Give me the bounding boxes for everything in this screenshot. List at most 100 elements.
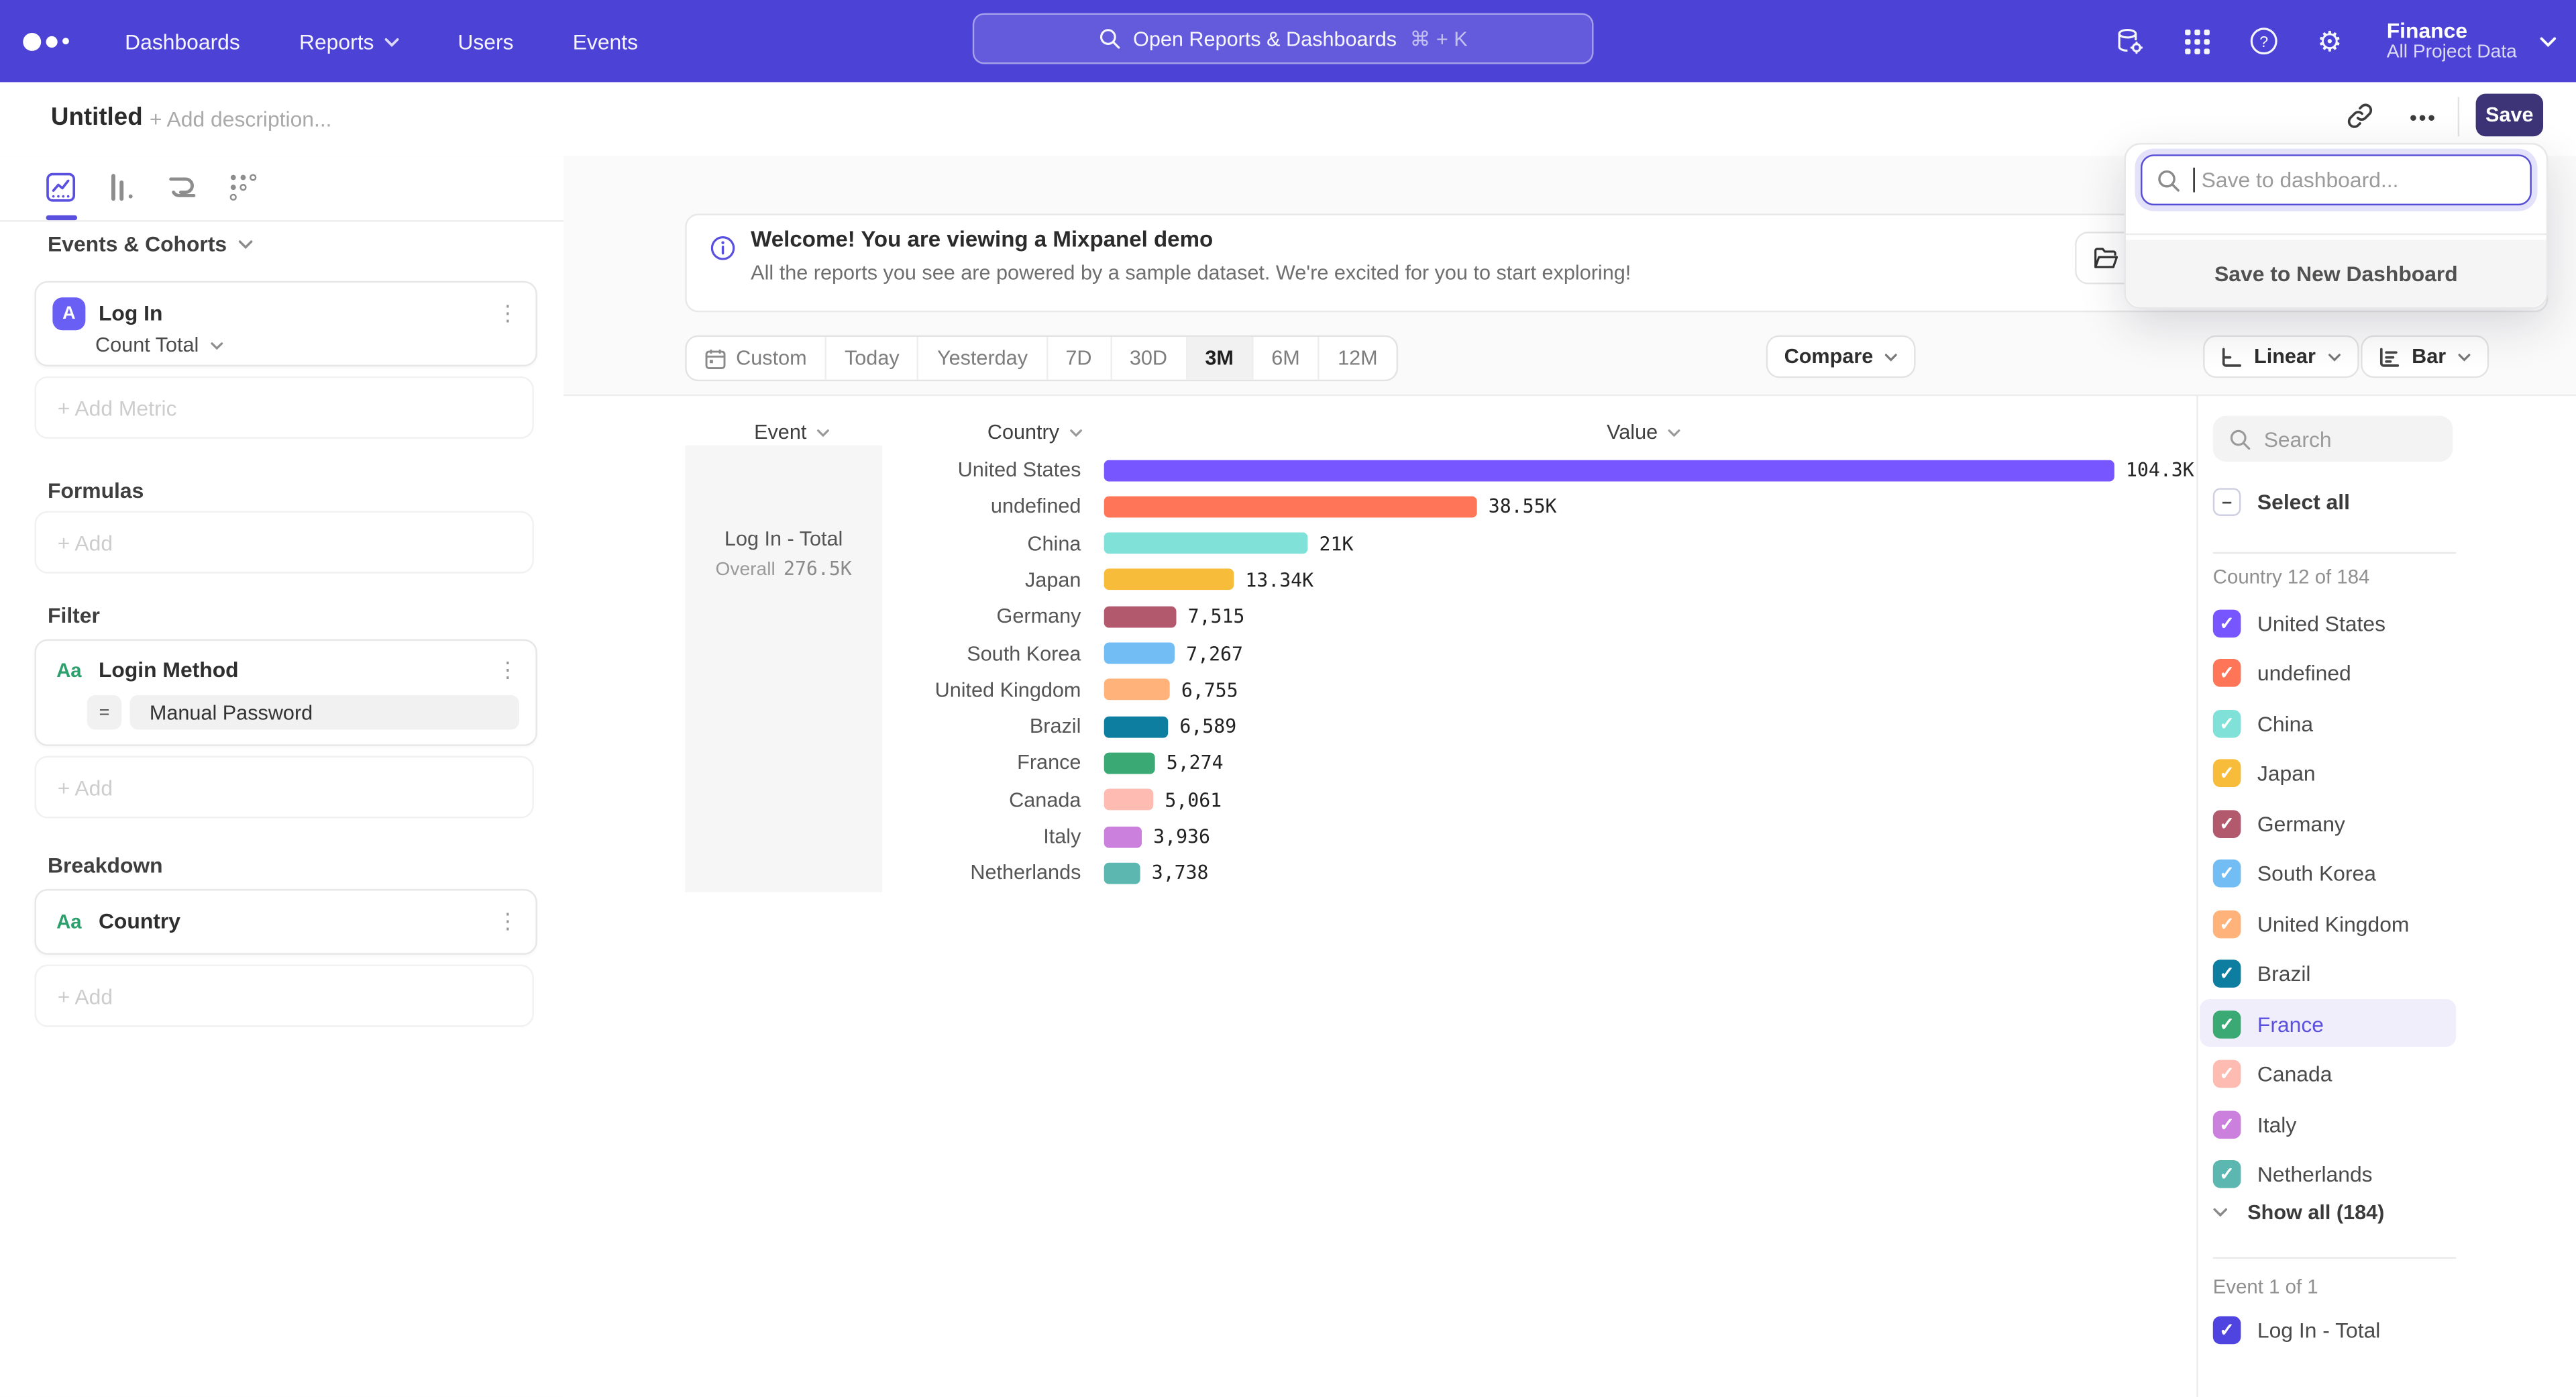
country-checkbox-row-china[interactable]: ✓China bbox=[2213, 698, 2468, 749]
add-description-placeholder[interactable]: + Add description... bbox=[150, 107, 332, 132]
metric-event-name[interactable]: Log In bbox=[99, 301, 163, 325]
select-all-row[interactable]: – Select all bbox=[2213, 488, 2350, 516]
bar-segment[interactable] bbox=[1104, 862, 1140, 884]
nav-item-events[interactable]: Events bbox=[573, 29, 638, 54]
mixpanel-logo-icon[interactable] bbox=[23, 32, 78, 50]
tab-retention[interactable] bbox=[166, 171, 199, 204]
metric-kebab-icon[interactable]: ⋮ bbox=[494, 299, 521, 329]
country-checkbox[interactable]: ✓ bbox=[2213, 810, 2241, 838]
events-cohorts-header[interactable]: Events & Cohorts bbox=[48, 231, 253, 256]
date-range-6m[interactable]: 6M bbox=[1253, 337, 1320, 380]
column-header-value[interactable]: Value bbox=[1607, 421, 1680, 444]
save-button[interactable]: Save bbox=[2476, 94, 2543, 137]
bar-value-label: 38.55K bbox=[1489, 488, 1557, 525]
filter-property-name[interactable]: Login Method bbox=[99, 658, 239, 682]
report-title[interactable]: Untitled bbox=[51, 103, 143, 132]
select-all-checkbox[interactable]: – bbox=[2213, 488, 2241, 516]
country-checkbox[interactable]: ✓ bbox=[2213, 709, 2241, 737]
add-breakdown-button[interactable]: + Add bbox=[34, 965, 533, 1027]
apps-grid-icon[interactable] bbox=[2184, 27, 2212, 55]
country-checkbox[interactable]: ✓ bbox=[2213, 660, 2241, 688]
bar-segment[interactable] bbox=[1104, 496, 1477, 517]
compare-button[interactable]: Compare bbox=[1766, 335, 1916, 378]
settings-gear-icon[interactable]: ⚙ bbox=[2317, 27, 2342, 55]
date-range-30d[interactable]: 30D bbox=[1112, 337, 1187, 380]
project-switcher[interactable]: Finance All Project Data bbox=[2387, 18, 2557, 64]
filter-kebab-icon[interactable]: ⋮ bbox=[494, 656, 521, 685]
country-checkbox-row-france[interactable]: ✓France bbox=[2213, 999, 2468, 1049]
metric-aggregation[interactable]: Count Total bbox=[95, 333, 223, 356]
breakdown-kebab-icon[interactable]: ⋮ bbox=[494, 907, 521, 937]
date-range-yesterday[interactable]: Yesterday bbox=[919, 337, 1047, 380]
bar-segment[interactable] bbox=[1104, 789, 1153, 811]
country-checkbox-row-canada[interactable]: ✓Canada bbox=[2213, 1049, 2468, 1100]
show-all-button[interactable]: Show all (184) bbox=[2213, 1201, 2385, 1224]
bar-segment[interactable] bbox=[1104, 606, 1177, 627]
bar-row-china[interactable]: China21K bbox=[887, 525, 2530, 562]
save-dashboard-search-input[interactable]: Save to dashboard... bbox=[2141, 154, 2532, 205]
bar-segment[interactable] bbox=[1104, 716, 1169, 737]
event-summary-cell[interactable]: Log In - Total Overall276.5K bbox=[685, 446, 882, 892]
country-checkbox-row-netherlands[interactable]: ✓Netherlands bbox=[2213, 1149, 2468, 1200]
global-search-input[interactable]: Open Reports & Dashboards ⌘ + K bbox=[973, 13, 1594, 64]
date-range-12m[interactable]: 12M bbox=[1320, 337, 1395, 380]
scale-selector-button[interactable]: Linear bbox=[2203, 335, 2358, 378]
metric-card[interactable]: A Log In ⋮ Count Total bbox=[34, 281, 537, 366]
event-checkbox[interactable]: ✓ bbox=[2213, 1316, 2241, 1345]
country-checkbox[interactable]: ✓ bbox=[2213, 609, 2241, 637]
date-range-today[interactable]: Today bbox=[826, 337, 919, 380]
breakdown-search-input[interactable]: Search bbox=[2213, 416, 2453, 462]
column-header-event[interactable]: Event bbox=[754, 421, 830, 444]
breakdown-property-name[interactable]: Country bbox=[99, 909, 180, 933]
add-formula-button[interactable]: + Add bbox=[34, 511, 533, 574]
filter-card[interactable]: Aa Login Method ⋮ = Manual Password bbox=[34, 639, 537, 746]
country-checkbox[interactable]: ✓ bbox=[2213, 960, 2241, 988]
filter-operator[interactable]: = bbox=[87, 695, 121, 729]
event-checkbox-row[interactable]: ✓ Log In - Total bbox=[2213, 1316, 2381, 1345]
country-checkbox[interactable]: ✓ bbox=[2213, 1011, 2241, 1039]
country-checkbox[interactable]: ✓ bbox=[2213, 1161, 2241, 1189]
country-checkbox-row-united-kingdom[interactable]: ✓United Kingdom bbox=[2213, 899, 2468, 949]
country-checkbox-row-south-korea[interactable]: ✓South Korea bbox=[2213, 849, 2468, 899]
bar-segment[interactable] bbox=[1104, 459, 2114, 480]
data-management-icon[interactable] bbox=[2115, 25, 2147, 57]
help-icon[interactable]: ? bbox=[2250, 26, 2279, 56]
copy-link-icon[interactable] bbox=[2346, 102, 2374, 130]
country-checkbox-row-brazil[interactable]: ✓Brazil bbox=[2213, 949, 2468, 999]
add-filter-button[interactable]: + Add bbox=[34, 756, 533, 819]
chevron-down-icon bbox=[211, 341, 224, 349]
date-range-3m[interactable]: 3M bbox=[1187, 337, 1253, 380]
country-checkbox-row-undefined[interactable]: ✓undefined bbox=[2213, 648, 2468, 698]
bar-segment[interactable] bbox=[1104, 643, 1175, 664]
bar-segment[interactable] bbox=[1104, 826, 1142, 847]
nav-item-dashboards[interactable]: Dashboards bbox=[125, 29, 240, 54]
country-checkbox[interactable]: ✓ bbox=[2213, 1110, 2241, 1139]
tab-funnels[interactable] bbox=[105, 171, 138, 204]
bar-segment[interactable] bbox=[1104, 569, 1234, 590]
bar-segment[interactable] bbox=[1104, 752, 1155, 774]
column-header-country[interactable]: Country bbox=[987, 421, 1083, 444]
country-checkbox-row-italy[interactable]: ✓Italy bbox=[2213, 1099, 2468, 1149]
tab-flows[interactable] bbox=[227, 171, 260, 204]
country-checkbox[interactable]: ✓ bbox=[2213, 860, 2241, 888]
country-checkbox-row-germany[interactable]: ✓Germany bbox=[2213, 798, 2468, 849]
filter-value[interactable]: Manual Password bbox=[129, 695, 519, 729]
date-range-7d[interactable]: 7D bbox=[1047, 337, 1111, 380]
bar-segment[interactable] bbox=[1104, 679, 1170, 701]
chart-type-button[interactable]: Bar bbox=[2361, 335, 2489, 378]
save-to-new-dashboard-button[interactable]: Save to New Dashboard bbox=[2126, 240, 2546, 307]
country-checkbox[interactable]: ✓ bbox=[2213, 1060, 2241, 1088]
nav-item-reports[interactable]: Reports bbox=[299, 29, 398, 54]
bar-segment[interactable] bbox=[1104, 533, 1308, 554]
country-checkbox-row-united-states[interactable]: ✓United States bbox=[2213, 598, 2468, 648]
more-options-button[interactable]: ••• bbox=[2402, 95, 2445, 138]
country-checkbox[interactable]: ✓ bbox=[2213, 910, 2241, 938]
breakdown-card[interactable]: Aa Country ⋮ bbox=[34, 889, 537, 955]
add-metric-button[interactable]: + Add Metric bbox=[34, 376, 533, 439]
nav-item-users[interactable]: Users bbox=[458, 29, 513, 54]
country-checkbox-row-japan[interactable]: ✓Japan bbox=[2213, 749, 2468, 799]
tab-insights[interactable] bbox=[44, 171, 77, 204]
search-icon bbox=[2229, 428, 2251, 450]
date-range-custom[interactable]: Custom bbox=[687, 337, 826, 380]
country-checkbox[interactable]: ✓ bbox=[2213, 760, 2241, 788]
